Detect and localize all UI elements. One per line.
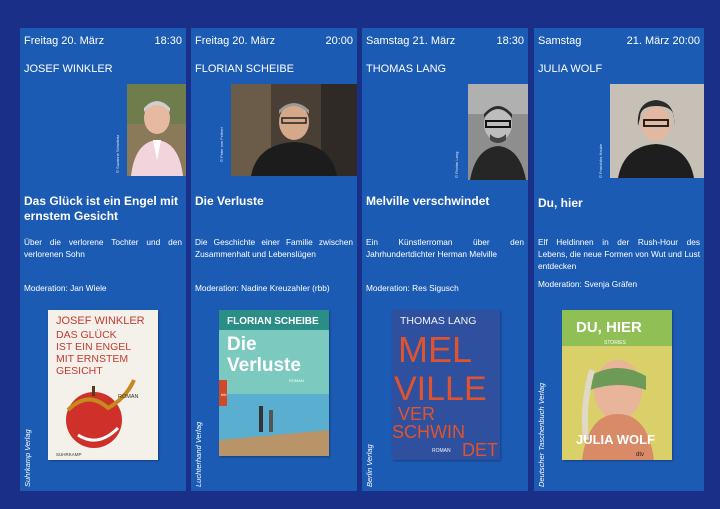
cover-publisher: btb <box>221 392 227 397</box>
photo-credit: © Florian Lang <box>454 151 459 178</box>
cover-genre: ROMAN <box>432 448 451 454</box>
author-photo <box>610 84 704 178</box>
author-photo <box>231 84 357 176</box>
book-cover: THOMAS LANG MEL VILLE VER SCHWIN DET ROM… <box>392 310 500 460</box>
event-time: 18:30 <box>496 35 524 47</box>
event-card-scheibe: Freitag 20. März 20:00 FLORIAN SCHEIBE ©… <box>191 28 357 491</box>
book-title: Die Verluste <box>195 194 264 208</box>
book-description: Elf Heldinnen in der Rush-Hour des Leben… <box>538 237 700 271</box>
author-photo <box>468 84 528 180</box>
event-card-wolf: Samstag 21. März 20:00 JULIA WOLF © Fran… <box>534 28 704 491</box>
cover-title-line: SCHWIN <box>392 422 465 442</box>
event-date-row: Samstag 21. März 20:00 <box>538 34 700 48</box>
cover-title-line: GESICHT <box>56 365 103 377</box>
event-date: Samstag 21. März <box>366 35 456 47</box>
event-flyer-page: Freitag 20. März 18:30 JOSEF WINKLER © S… <box>0 0 720 509</box>
cover-title-line: DU, HIER <box>576 319 642 336</box>
event-date: Samstag <box>538 35 582 47</box>
cover-title-line: VER <box>398 404 435 424</box>
publisher-label: Suhrkamp Verlag <box>23 429 32 487</box>
moderation: Moderation: Jan Wiele <box>24 283 107 293</box>
book-description: Ein Künstlerroman über den Jahrhundertdi… <box>366 237 524 259</box>
book-cover: JOSEF WINKLER DAS GLÜCK IST EIN ENGEL MI… <box>48 310 158 460</box>
cover-title-line: Die <box>227 334 257 355</box>
moderation: Moderation: Res Sigusch <box>366 283 459 293</box>
cover-title-line: DET <box>462 440 498 460</box>
publisher-label: Berlin Verlag <box>365 444 374 487</box>
event-date-row: Freitag 20. März 18:30 <box>24 34 182 48</box>
event-date-row: Samstag 21. März 18:30 <box>366 34 524 48</box>
cover-author: JOSEF WINKLER <box>56 315 145 327</box>
moderation: Moderation: Nadine Kreuzahler (rbb) <box>195 283 330 293</box>
book-title: Melville verschwindet <box>366 194 490 208</box>
photo-credit: © Franziska Hauke <box>598 143 603 178</box>
book-title: Du, hier <box>538 196 583 210</box>
cover-title-line: Verluste <box>227 355 301 376</box>
cover-title-line: IST EIN ENGEL <box>56 341 131 353</box>
book-cover: DU, HIER STORIES JULIA WOLF dtv <box>562 310 672 460</box>
book-cover: FLORIAN SCHEIBE Die Verluste ROMAN btb <box>219 310 329 456</box>
author-name: FLORIAN SCHEIBE <box>195 63 295 75</box>
moderation: Moderation: Svenja Gräfen <box>538 279 638 289</box>
photo-credit: © Peter von Felbert <box>219 127 224 162</box>
cover-genre: ROMAN <box>118 394 139 400</box>
cover-author: FLORIAN SCHEIBE <box>227 316 319 327</box>
book-title: Das Glück ist ein Engel mit ernstem Gesi… <box>24 194 179 223</box>
event-date: Freitag 20. März <box>195 35 276 47</box>
book-description: Über die verlorene Tochter und den verlo… <box>24 237 182 259</box>
author-photo <box>127 84 186 176</box>
cover-publisher: dtv <box>636 452 644 458</box>
event-date: Freitag 20. März <box>24 35 105 47</box>
cover-genre: ROMAN <box>289 378 304 383</box>
author-name: THOMAS LANG <box>366 63 447 75</box>
event-time: 20:00 <box>325 35 353 47</box>
publisher-label: Deutscher Taschenbuch Verlag <box>537 382 546 487</box>
cover-title-line: MIT ERNSTEM <box>56 353 128 365</box>
cover-publisher: SUHRKAMP <box>56 452 82 457</box>
author-name: JOSEF WINKLER <box>24 63 113 75</box>
event-time: 21. März 20:00 <box>626 35 700 47</box>
cover-author: JULIA WOLF <box>576 432 655 447</box>
event-time: 18:30 <box>154 35 182 47</box>
cover-subtitle: STORIES <box>604 340 627 346</box>
cover-title-line: VILLE <box>394 370 487 408</box>
publisher-label: Luchterhand Verlag <box>194 421 203 487</box>
event-date-row: Freitag 20. März 20:00 <box>195 34 353 48</box>
event-card-lang: Samstag 21. März 18:30 THOMAS LANG © Flo… <box>362 28 528 491</box>
cover-author: THOMAS LANG <box>400 315 476 327</box>
cover-title-line: MEL <box>398 329 472 370</box>
book-description: Die Geschichte einer Familie zwischen Zu… <box>195 237 353 259</box>
photo-credit: © Suzanne Schwiertz <box>115 134 120 173</box>
author-name: JULIA WOLF <box>538 63 603 75</box>
cover-title-line: DAS GLÜCK <box>56 329 117 341</box>
event-card-winkler: Freitag 20. März 18:30 JOSEF WINKLER © S… <box>20 28 186 491</box>
